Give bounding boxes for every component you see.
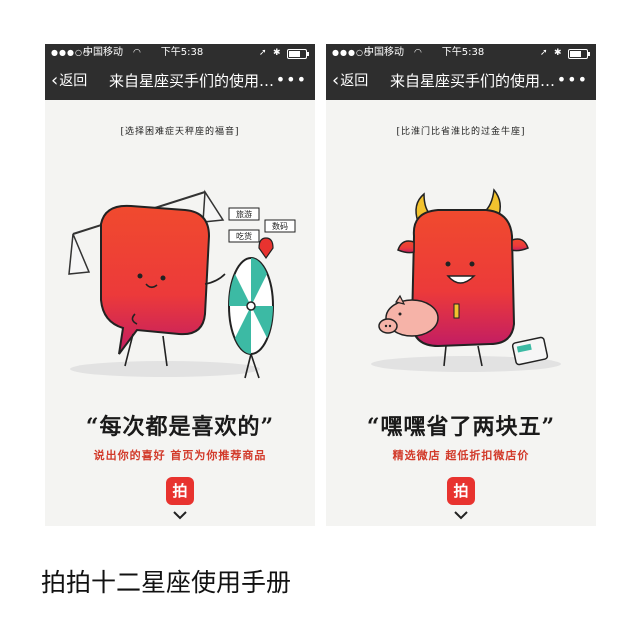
more-button[interactable]: ••• [557, 62, 588, 100]
back-label: 返回 [340, 73, 369, 89]
tag-digital: 数码 [272, 221, 288, 231]
nav-bar: ‹返回 来自星座买手们的使用… ••• [45, 62, 315, 100]
article-subtitle: [比淮门比省淮比的过金牛座] [396, 127, 526, 137]
article-subtitle: [选择困难症天秤座的福音] [120, 127, 240, 137]
taurus-illustration [371, 188, 561, 372]
back-button[interactable]: ‹返回 [332, 62, 368, 100]
page-title: 来自星座买手们的使用… [390, 72, 556, 90]
back-label: 返回 [59, 73, 88, 89]
quote-headline: “嘿嘿省了两块五” [366, 414, 556, 440]
tag-food: 吃货 [236, 231, 252, 241]
nav-bar: ‹返回 来自星座买手们的使用… ••• [326, 62, 596, 100]
clock: 下午5:38 [160, 47, 204, 58]
more-button[interactable]: ••• [276, 62, 307, 100]
tag-travel: 旅游 [236, 209, 252, 219]
carrier-label: 中国移动 [83, 47, 123, 58]
paipai-app-icon[interactable]: 拍 [166, 477, 194, 505]
location-icon: ➚ [259, 48, 267, 58]
wifi-icon: ◠ [133, 48, 141, 58]
wifi-icon: ◠ [414, 48, 422, 58]
back-button[interactable]: ‹返回 [51, 62, 87, 100]
paipai-app-icon[interactable]: 拍 [447, 477, 475, 505]
carrier-label: 中国移动 [364, 47, 404, 58]
location-icon: ➚ [540, 48, 548, 58]
status-bar: ●●●○○ 中国移动 ◠ 下午5:38 ➚ ✱ [326, 44, 596, 62]
chevron-left-icon: ‹ [332, 70, 340, 91]
page-title: 来自星座买手们的使用… [109, 72, 275, 90]
clock: 下午5:38 [441, 47, 485, 58]
libra-illustration: 旅游 数码 吃货 [68, 189, 296, 379]
battery-icon [568, 49, 590, 59]
bluetooth-icon: ✱ [554, 48, 562, 58]
battery-icon [287, 49, 309, 59]
quote-headline: “每次都是喜欢的” [85, 414, 275, 440]
phone-screen-left: ●●●○○ 中国移动 ◠ 下午5:38 ➚ ✱ ‹返回 来自星座买手们的使用… … [45, 44, 315, 526]
chevron-left-icon: ‹ [51, 70, 59, 91]
chevron-down-icon[interactable] [452, 510, 470, 520]
status-bar: ●●●○○ 中国移动 ◠ 下午5:38 ➚ ✱ [45, 44, 315, 62]
chevron-down-icon[interactable] [171, 510, 189, 520]
slogan-text: 说出你的喜好 首页为你推荐商品 [93, 449, 267, 462]
phone-screen-right: ●●●○○ 中国移动 ◠ 下午5:38 ➚ ✱ ‹返回 来自星座买手们的使用… … [326, 44, 596, 526]
slogan-text: 精选微店 超低折扣微店价 [392, 449, 530, 462]
image-caption: 拍拍十二星座使用手册 [41, 568, 292, 597]
bluetooth-icon: ✱ [273, 48, 281, 58]
